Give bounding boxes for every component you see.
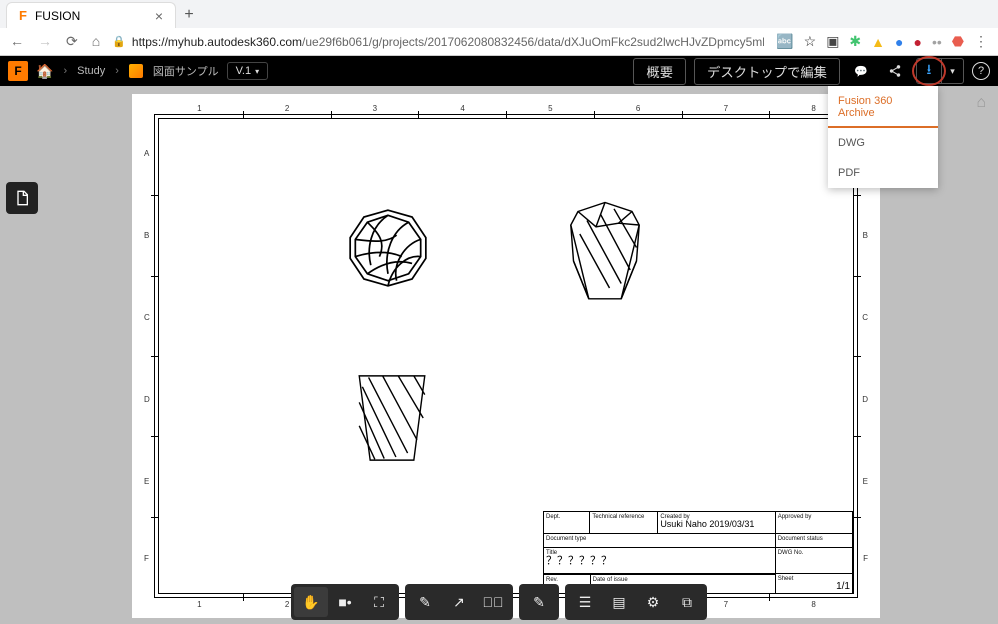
url-host: https://myhub.autodesk360.com xyxy=(132,35,302,49)
home-crumb-icon[interactable]: 🏠 xyxy=(36,63,53,80)
comments-icon[interactable]: 💬 xyxy=(848,58,874,84)
fullscreen-button[interactable]: ⧉ xyxy=(670,587,704,617)
download-caret-button[interactable]: ▾ xyxy=(942,58,964,84)
version-selector[interactable]: V.1 ▾ xyxy=(227,62,269,80)
pencil-icon: ✎ xyxy=(419,594,431,611)
star-icon[interactable]: ☆ xyxy=(804,33,817,50)
browser-menu-icon[interactable]: ⋮ xyxy=(974,33,988,50)
fusion-favicon-icon: F xyxy=(19,8,27,23)
drawing-iso-view xyxy=(560,197,650,310)
evernote-icon[interactable]: ✱ xyxy=(849,33,861,50)
bottom-toolbar: ✋ ■• ⛶ ✎ ↗ 👁⃠ ✎ ☰ ▤ ⚙ ⧉ xyxy=(291,584,707,620)
browser-tabbar: F FUSION × + xyxy=(0,0,998,28)
eye-off-icon: 👁⃠ xyxy=(483,594,504,610)
reload-icon[interactable]: ⟳ xyxy=(66,33,78,50)
new-tab-button[interactable]: + xyxy=(176,2,202,28)
viewcube-home-icon[interactable]: ⌂ xyxy=(976,94,986,112)
hand-icon: ✋ xyxy=(302,594,319,611)
share-icon[interactable] xyxy=(882,58,908,84)
drawing-top-view xyxy=(345,205,431,294)
properties-button[interactable]: ▤ xyxy=(602,587,636,617)
arrow-icon: ↗ xyxy=(453,594,465,611)
dropdown-item-archive[interactable]: Fusion 360 Archive xyxy=(828,86,938,128)
fullscreen-icon: ⧉ xyxy=(682,594,692,611)
sheet-border: 1 2 3 4 5 6 7 8 1 2 3 4 5 6 7 xyxy=(154,114,858,598)
dropdown-item-dwg[interactable]: DWG xyxy=(828,128,938,158)
gear-icon: ⚙ xyxy=(647,594,660,611)
edit-desktop-button[interactable]: デスクトップで編集 xyxy=(694,58,840,85)
forward-icon[interactable]: → xyxy=(38,33,52,50)
pencil2-icon: ✎ xyxy=(533,594,545,611)
fusion-logo-icon[interactable]: F xyxy=(8,61,28,81)
overview-button[interactable]: 概要 xyxy=(633,58,686,85)
drawing-sheet[interactable]: 1 2 3 4 5 6 7 8 1 2 3 4 5 6 7 xyxy=(132,94,880,618)
browser-tab[interactable]: F FUSION × xyxy=(6,2,176,28)
properties-icon: ▤ xyxy=(612,594,625,611)
camera-icon: ■• xyxy=(338,594,351,610)
download-group: ⭳ ▾ xyxy=(916,58,964,84)
browser-toolbar: ← → ⟳ ⌂ 🔒 https://myhub.autodesk360.com/… xyxy=(0,28,998,56)
measure-button[interactable]: ✎ xyxy=(522,587,556,617)
zoom-fit-button[interactable]: ⛶ xyxy=(362,587,396,617)
download-dropdown: Fusion 360 Archive DWG PDF xyxy=(828,86,938,188)
layers-button[interactable]: ☰ xyxy=(568,587,602,617)
pocket-icon[interactable]: ▣ xyxy=(826,33,839,50)
tab-title: FUSION xyxy=(35,9,80,23)
download-button[interactable]: ⭳ xyxy=(916,58,942,84)
lock-icon: 🔒 xyxy=(112,35,126,48)
blue-ext-icon[interactable]: ● xyxy=(895,34,903,50)
settings-button[interactable]: ⚙ xyxy=(636,587,670,617)
home-icon[interactable]: ⌂ xyxy=(92,33,100,50)
crumb-study[interactable]: Study xyxy=(77,65,105,77)
url-path: /ue29f6b061/g/projects/2017062080832456/… xyxy=(302,35,764,49)
extension-icons: 🔤 ☆ ▣ ✱ ▲ ● ● •• ⬣ ⋮ xyxy=(776,33,988,50)
translate-icon[interactable]: 🔤 xyxy=(776,33,793,50)
zoom-fit-icon: ⛶ xyxy=(374,594,384,611)
address-bar[interactable]: 🔒 https://myhub.autodesk360.com/ue29f6b0… xyxy=(112,35,764,49)
breadcrumb: 🏠 › Study › 図面サンプル xyxy=(36,63,219,80)
pan-tool-button[interactable]: ✋ xyxy=(294,587,328,617)
dropdown-item-pdf[interactable]: PDF xyxy=(828,158,938,188)
version-label: V.1 xyxy=(236,65,252,77)
ext-dots-icon[interactable]: •• xyxy=(932,34,942,50)
crumb-doc[interactable]: 図面サンプル xyxy=(153,63,219,79)
download-icon: ⭳ xyxy=(927,59,932,83)
back-icon[interactable]: ← xyxy=(10,33,24,50)
drawing-front-view xyxy=(353,370,431,469)
markup-pencil-button[interactable]: ✎ xyxy=(408,587,442,617)
alert-ext-icon[interactable]: ⬣ xyxy=(952,33,964,50)
close-tab-icon[interactable]: × xyxy=(155,8,163,24)
markup-arrow-button[interactable]: ↗ xyxy=(442,587,476,617)
camera-tool-button[interactable]: ■• xyxy=(328,587,362,617)
sheets-panel-button[interactable] xyxy=(6,182,38,214)
help-icon[interactable]: ? xyxy=(972,62,990,80)
document-icon xyxy=(129,64,143,78)
gdrive-icon[interactable]: ▲ xyxy=(871,34,885,50)
chevron-down-icon: ▾ xyxy=(950,66,955,77)
layers-icon: ☰ xyxy=(579,594,592,611)
app-header: F 🏠 › Study › 図面サンプル V.1 ▾ 概要 デスクトップで編集 … xyxy=(0,56,998,86)
chevron-down-icon: ▾ xyxy=(255,67,259,76)
title-block: Dept. Technical reference Created byUsuk… xyxy=(543,511,853,593)
pinterest-icon[interactable]: ● xyxy=(913,34,921,50)
markup-hide-button[interactable]: 👁⃠ xyxy=(476,587,510,617)
